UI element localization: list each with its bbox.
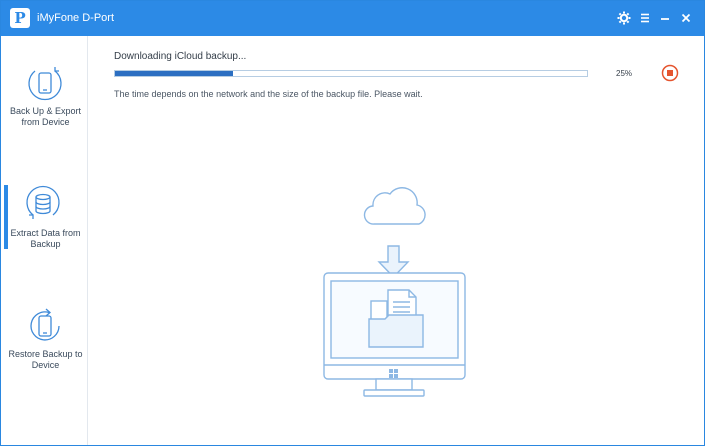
app-logo: P: [10, 8, 30, 28]
minimize-icon[interactable]: [657, 10, 673, 26]
download-illustration: [319, 184, 469, 402]
app-title: iMyFone D-Port: [37, 12, 115, 24]
app-window: P iMyFone D-Port Back Up & Export from D…: [0, 0, 705, 446]
sidebar-item-extract-data[interactable]: Extract Data from Backup: [1, 185, 88, 305]
sidebar-item-backup-export[interactable]: Back Up & Export from Device: [1, 63, 88, 183]
gear-icon[interactable]: [616, 10, 632, 26]
stop-icon[interactable]: [661, 64, 679, 82]
main-panel: Downloading iCloud backup... 25% The tim…: [89, 36, 704, 445]
close-icon[interactable]: [678, 10, 694, 26]
database-icon: [23, 185, 63, 225]
sidebar-item-label: Extract Data from Backup: [10, 228, 81, 249]
progress-bar-fill: [115, 71, 233, 76]
menu-icon[interactable]: [637, 10, 653, 26]
progress-percent: 25%: [616, 69, 633, 78]
title-bar: P iMyFone D-Port: [1, 1, 704, 36]
download-status: Downloading iCloud backup...: [114, 51, 247, 62]
phone-backup-icon: [25, 63, 65, 103]
cloud-icon: [363, 187, 426, 225]
wait-hint: The time depends on the network and the …: [114, 89, 423, 99]
sidebar: Back Up & Export from Device Extract Dat…: [1, 36, 88, 445]
sidebar-item-label: Back Up & Export from Device: [9, 106, 82, 127]
phone-restore-icon: [25, 306, 65, 346]
sidebar-item-restore-backup[interactable]: Restore Backup to Device: [1, 306, 88, 426]
progress-bar: [114, 70, 588, 77]
sidebar-item-label: Restore Backup to Device: [8, 349, 83, 370]
